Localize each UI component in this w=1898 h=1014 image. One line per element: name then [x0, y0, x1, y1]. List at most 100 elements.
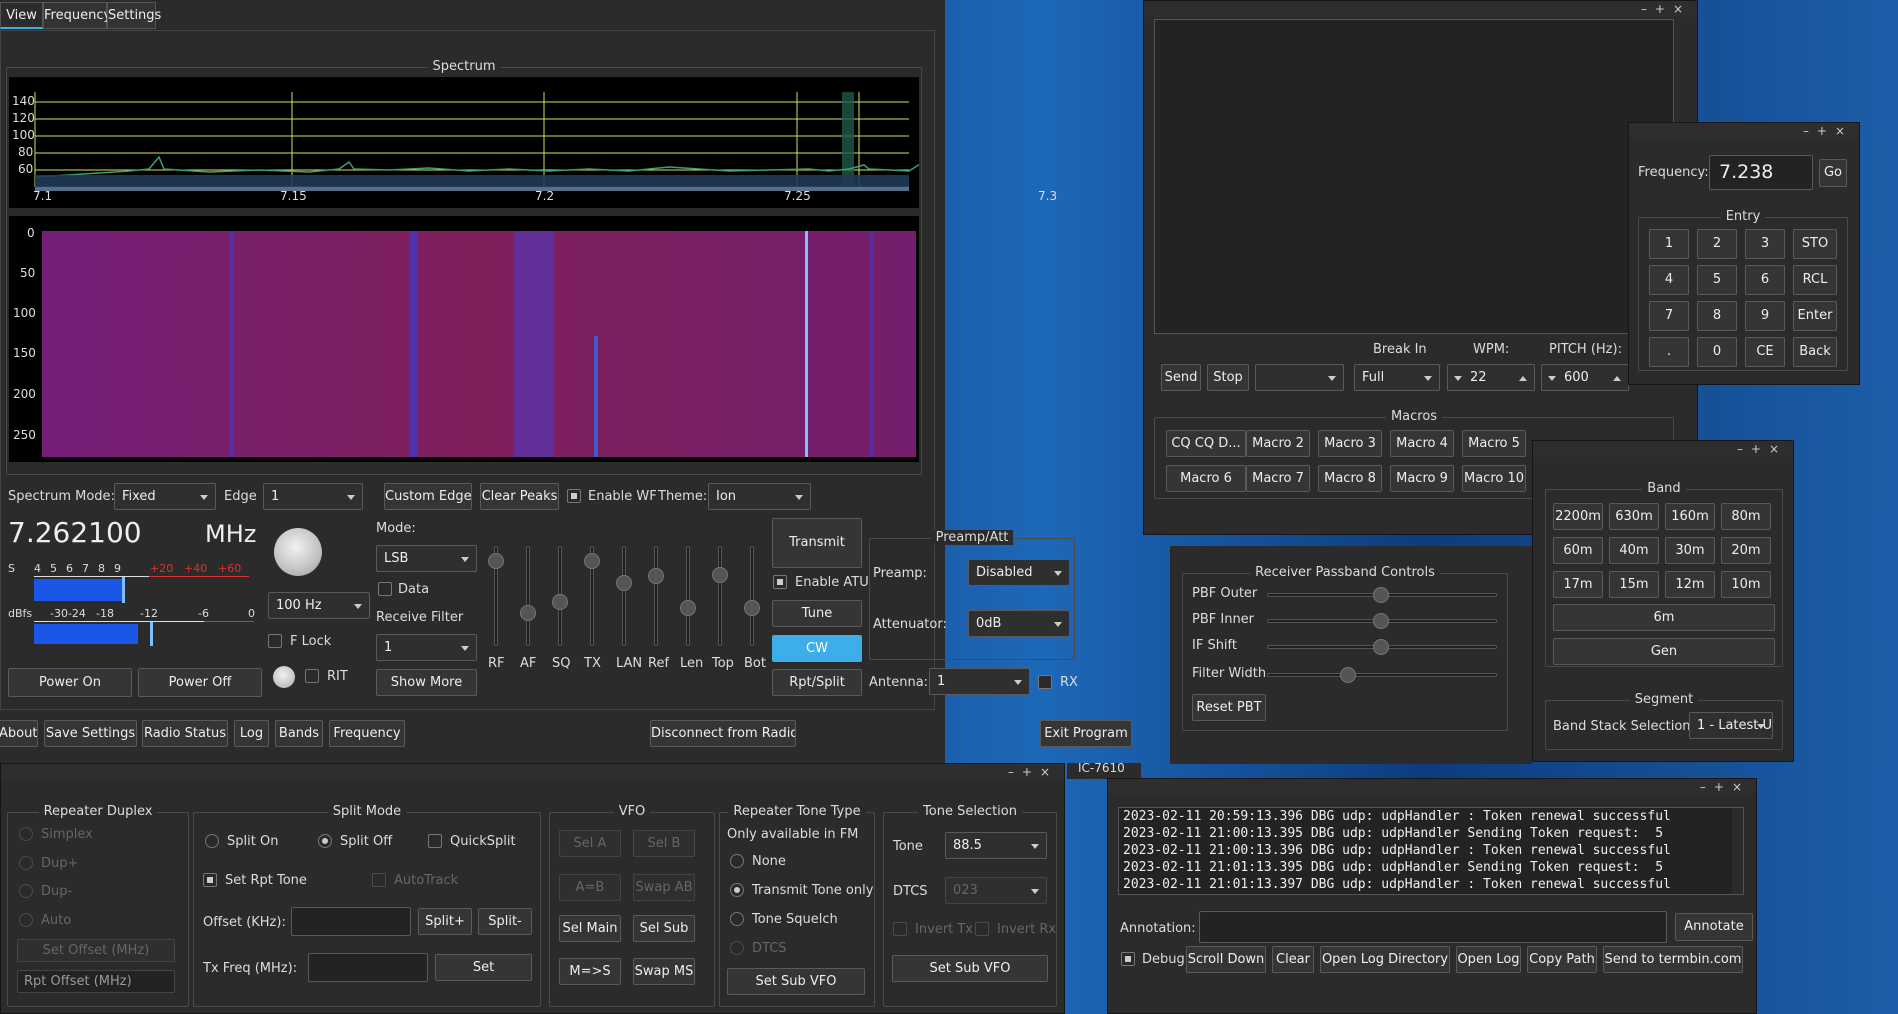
simplex-radio[interactable]: [19, 827, 33, 841]
slider-af-track[interactable]: [526, 546, 530, 646]
open-log-directory-button[interactable]: Open Log Directory: [1320, 946, 1450, 973]
keypad-key-1[interactable]: 1: [1649, 229, 1689, 259]
slider-bot-track[interactable]: [750, 546, 754, 646]
antenna-select[interactable]: 1: [929, 668, 1030, 695]
rit-checkbox[interactable]: [305, 669, 319, 683]
set-txfreq-button[interactable]: Set: [435, 954, 532, 981]
keypad-key-2[interactable]: 2: [1697, 229, 1737, 259]
macro-button-8[interactable]: Macro 8: [1318, 465, 1382, 492]
offset-khz-input[interactable]: [291, 907, 411, 936]
band-10m-button[interactable]: 10m: [1721, 571, 1771, 598]
auto-radio[interactable]: [19, 913, 33, 927]
invert-rx-checkbox[interactable]: [975, 922, 989, 936]
enable-wf-checkbox[interactable]: [567, 489, 581, 503]
band-gen-button[interactable]: Gen: [1553, 638, 1775, 665]
show-more-button[interactable]: Show More: [376, 669, 477, 696]
annotation-input[interactable]: [1199, 911, 1667, 943]
macro-button-6[interactable]: Macro 6: [1166, 465, 1246, 492]
keypad-key-8[interactable]: 8: [1697, 301, 1737, 331]
swap-ab-button[interactable]: Swap AB: [633, 874, 695, 901]
split-off-radio[interactable]: [318, 834, 332, 848]
window-controls-icon[interactable]: –+×: [1737, 441, 1787, 457]
flock-checkbox[interactable]: [268, 634, 282, 648]
scroll-down-button[interactable]: Scroll Down: [1186, 946, 1266, 973]
band-stack-select[interactable]: 1 - Latest U: [1689, 712, 1773, 739]
tone-squelch-radio[interactable]: [730, 912, 744, 926]
waterfall-plot[interactable]: [9, 216, 919, 462]
a-eq-b-button[interactable]: A=B: [559, 874, 621, 901]
log-text-area[interactable]: 2023-02-11 20:59:13.396 DBG udp: udpHand…: [1118, 807, 1744, 895]
keypad-key-sto[interactable]: STO: [1793, 229, 1837, 259]
keypad-key-3[interactable]: 3: [1745, 229, 1785, 259]
window-controls-icon[interactable]: –+×: [1008, 764, 1058, 780]
rit-knob[interactable]: [273, 666, 295, 688]
tab-settings[interactable]: Settings: [107, 2, 161, 29]
transmit-button[interactable]: Transmit: [772, 518, 862, 568]
log-button[interactable]: Log: [234, 720, 269, 747]
band-2200m-button[interactable]: 2200m: [1553, 503, 1603, 530]
band-630m-button[interactable]: 630m: [1609, 503, 1659, 530]
band-17m-button[interactable]: 17m: [1553, 571, 1603, 598]
preamp-select[interactable]: Disabled: [968, 559, 1070, 586]
band-30m-button[interactable]: 30m: [1665, 537, 1715, 564]
keypad-key-dot[interactable]: .: [1649, 337, 1689, 367]
slider-lan-track[interactable]: [622, 546, 626, 646]
macro-button-2[interactable]: Macro 2: [1246, 430, 1310, 457]
set-sub-vfo-button-1[interactable]: Set Sub VFO: [727, 968, 865, 995]
macro-button-9[interactable]: Macro 9: [1390, 465, 1454, 492]
slider-top-handle[interactable]: [712, 567, 728, 583]
keypad-key-rcl[interactable]: RCL: [1793, 265, 1837, 295]
slider-af-handle[interactable]: [520, 605, 536, 621]
band-60m-button[interactable]: 60m: [1553, 537, 1603, 564]
keypad-key-0[interactable]: 0: [1697, 337, 1737, 367]
slider-len-handle[interactable]: [680, 600, 696, 616]
slider-ref-track[interactable]: [654, 546, 658, 646]
window-controls-icon[interactable]: –+×: [1803, 123, 1853, 139]
macro-button-3[interactable]: Macro 3: [1318, 430, 1382, 457]
rx-checkbox[interactable]: [1038, 675, 1052, 689]
spectrum-plot[interactable]: [9, 77, 919, 208]
dup-plus-radio[interactable]: [19, 856, 33, 870]
macro-button-10[interactable]: Macro 10: [1462, 465, 1526, 492]
window-controls-icon[interactable]: –+×: [1700, 779, 1750, 795]
theme-select[interactable]: Ion: [708, 483, 811, 510]
keypad-key-enter[interactable]: Enter: [1793, 301, 1837, 331]
bands-button[interactable]: Bands: [275, 720, 323, 747]
cw-message-combo[interactable]: [1255, 364, 1344, 391]
sel-sub-button[interactable]: Sel Sub: [633, 915, 695, 942]
set-offset-button[interactable]: Set Offset (MHz): [17, 939, 175, 962]
if-shift-handle[interactable]: [1373, 639, 1389, 655]
dup-minus-radio[interactable]: [19, 884, 33, 898]
split-plus-button[interactable]: Split+: [418, 908, 472, 935]
sel-main-button[interactable]: Sel Main: [559, 915, 621, 942]
tone-none-radio[interactable]: [730, 854, 744, 868]
quicksplit-checkbox[interactable]: [428, 834, 442, 848]
log-scrollbar[interactable]: [1732, 808, 1743, 894]
macro-button-1[interactable]: CQ CQ D...: [1166, 430, 1246, 457]
enable-atu-checkbox[interactable]: [773, 575, 787, 589]
frequency-button[interactable]: Frequency: [329, 720, 405, 747]
spectrum-mode-select[interactable]: Fixed: [114, 483, 216, 510]
keypad-key-back[interactable]: Back: [1793, 337, 1837, 367]
pbf-inner-handle[interactable]: [1373, 613, 1389, 629]
send-termbin-button[interactable]: Send to termbin.com: [1603, 946, 1743, 973]
about-button[interactable]: About: [0, 720, 38, 747]
band-40m-button[interactable]: 40m: [1609, 537, 1659, 564]
keypad-key-9[interactable]: 9: [1745, 301, 1785, 331]
autotrack-checkbox[interactable]: [372, 873, 386, 887]
keypad-key-6[interactable]: 6: [1745, 265, 1785, 295]
debug-checkbox[interactable]: [1121, 952, 1135, 966]
dtcs-radio[interactable]: [730, 941, 744, 955]
set-rpt-tone-checkbox[interactable]: [203, 873, 217, 887]
tab-view[interactable]: View: [0, 2, 43, 29]
sel-a-button[interactable]: Sel A: [559, 830, 621, 857]
annotate-button[interactable]: Annotate: [1675, 913, 1753, 941]
keypad-key-5[interactable]: 5: [1697, 265, 1737, 295]
freqpad-freq-input[interactable]: 7.238: [1709, 155, 1813, 190]
macro-button-5[interactable]: Macro 5: [1462, 430, 1526, 457]
custom-edge-button[interactable]: Custom Edge: [384, 483, 472, 510]
keypad-key-4[interactable]: 4: [1649, 265, 1689, 295]
pbf-outer-handle[interactable]: [1373, 587, 1389, 603]
window-controls-icon[interactable]: –+×: [1641, 1, 1691, 17]
receive-filter-select[interactable]: 1: [376, 634, 477, 661]
